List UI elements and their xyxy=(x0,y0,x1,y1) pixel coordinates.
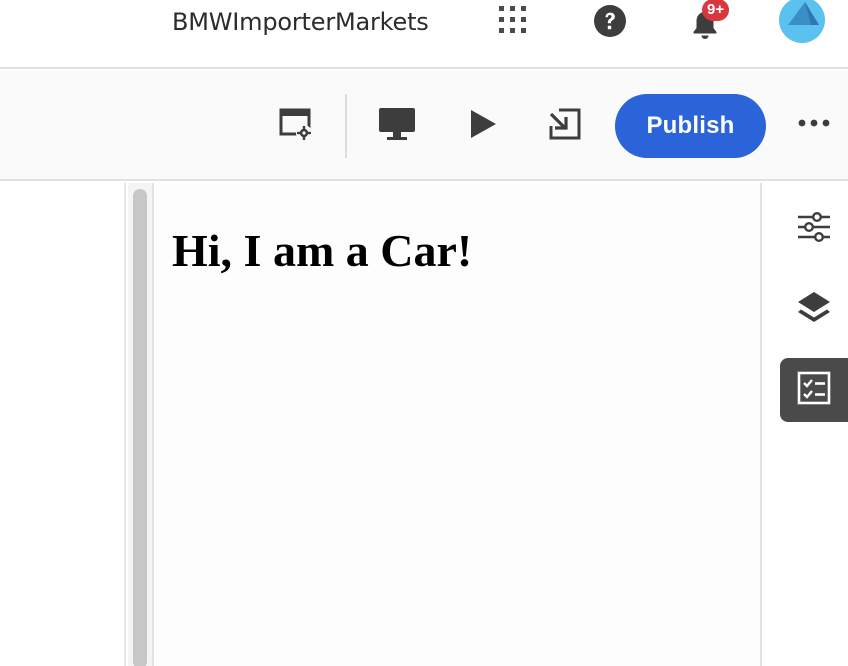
rail-properties-button[interactable] xyxy=(780,197,848,261)
desktop-preview-icon xyxy=(377,106,417,147)
scrollbar-thumb[interactable] xyxy=(133,189,147,666)
page-heading[interactable]: Hi, I am a Car! xyxy=(172,223,472,279)
layers-icon xyxy=(796,290,832,333)
open-in-new-window-button[interactable] xyxy=(545,106,585,146)
page-properties-icon xyxy=(278,106,314,147)
toolbar-divider xyxy=(345,94,347,158)
notifications-button[interactable]: 9+ xyxy=(688,0,730,40)
open-external-icon xyxy=(547,106,583,147)
apps-grid-icon[interactable] xyxy=(497,4,529,36)
checklist-icon xyxy=(797,371,831,410)
more-options-button[interactable] xyxy=(797,116,837,136)
page-canvas[interactable]: Hi, I am a Car! xyxy=(156,183,762,666)
org-switcher[interactable]: BMWImporterMarkets xyxy=(172,7,429,37)
notification-badge: 9+ xyxy=(702,0,730,21)
preview-play-button[interactable] xyxy=(462,106,502,146)
right-rail xyxy=(764,183,848,666)
editor-toolbar: Publish xyxy=(0,71,848,181)
rail-layers-button[interactable] xyxy=(780,279,848,343)
more-icon xyxy=(797,116,831,133)
side-panel xyxy=(0,183,126,666)
page-properties-button[interactable] xyxy=(276,106,316,146)
avatar[interactable] xyxy=(778,0,826,44)
desktop-preview-button[interactable] xyxy=(377,106,417,146)
shell-header: BMWImporterMarkets 9+ xyxy=(0,0,848,69)
rail-checklist-button[interactable] xyxy=(780,358,848,422)
help-icon[interactable] xyxy=(593,4,627,38)
scrollbar[interactable] xyxy=(128,183,154,666)
properties-sliders-icon xyxy=(797,210,831,249)
play-icon xyxy=(466,108,498,145)
publish-button[interactable]: Publish xyxy=(615,94,766,158)
